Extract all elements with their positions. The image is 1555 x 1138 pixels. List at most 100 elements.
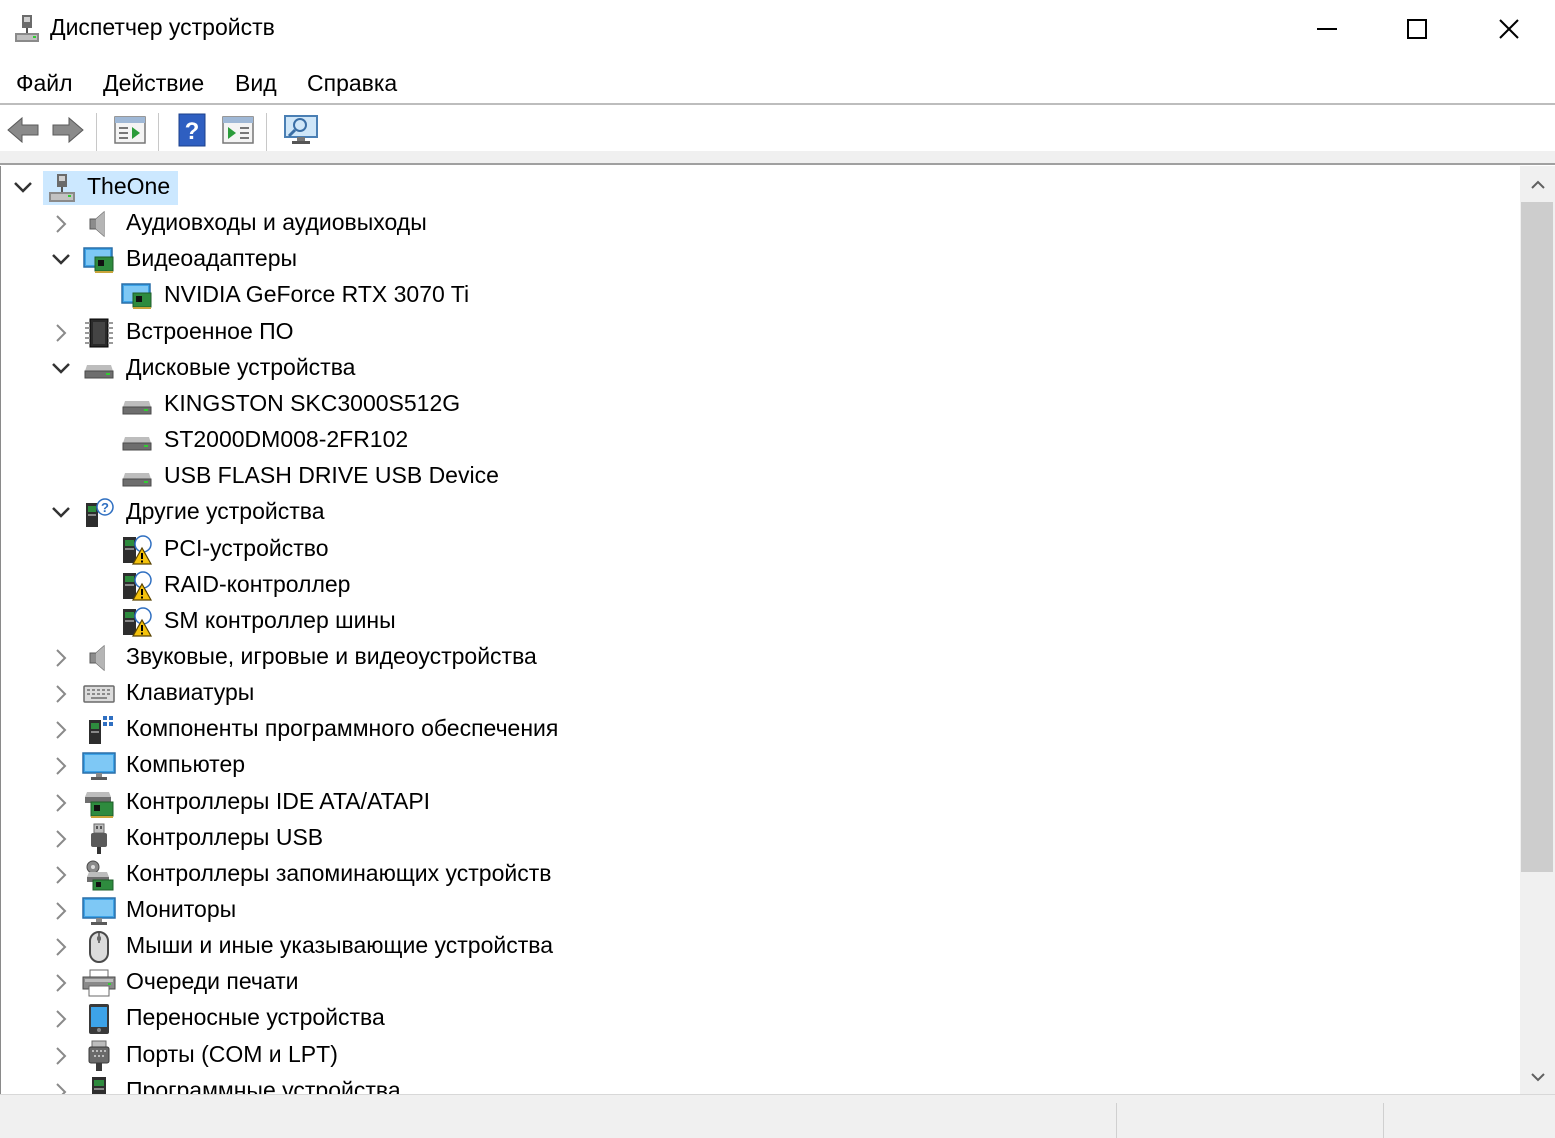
- tree-category[interactable]: Мыши и иные указывающие устройства: [1, 929, 1520, 965]
- back-button[interactable]: [6, 113, 40, 147]
- tree-category[interactable]: ? Другие устройства: [1, 495, 1520, 531]
- tree-category[interactable]: Дисковые устройства: [1, 351, 1520, 387]
- tree-category[interactable]: Контроллеры запоминающих устройств: [1, 857, 1520, 893]
- expand-chevron-icon[interactable]: [49, 971, 73, 995]
- close-button[interactable]: [1463, 0, 1555, 58]
- expand-chevron-icon[interactable]: [49, 212, 73, 236]
- tree-item-label: Порты (COM и LPT): [126, 1040, 338, 1067]
- status-bar: [0, 1094, 1555, 1138]
- tree-category[interactable]: Переносные устройства: [1, 1001, 1520, 1037]
- expand-chevron-icon[interactable]: [49, 718, 73, 742]
- menu-view[interactable]: Вид: [235, 70, 277, 97]
- tree-category[interactable]: Мониторы: [1, 893, 1520, 929]
- tree-category[interactable]: Видеоадаптеры: [1, 242, 1520, 278]
- help-button[interactable]: ?: [175, 113, 209, 147]
- tree-device[interactable]: USB FLASH DRIVE USB Device: [1, 459, 1520, 495]
- status-divider: [1383, 1103, 1384, 1138]
- expand-chevron-icon: [56, 938, 67, 956]
- scan-hardware-icon: [284, 115, 318, 144]
- tree-item-label: ST2000DM008-2FR102: [164, 426, 409, 453]
- tree-category[interactable]: Порты (COM и LPT): [1, 1038, 1520, 1074]
- update-driver-button[interactable]: [221, 113, 255, 147]
- svg-text:?: ?: [185, 118, 200, 145]
- expand-chevron-icon[interactable]: [49, 1007, 73, 1031]
- window-title: Диспетчер устройств: [50, 14, 275, 40]
- expand-chevron-icon[interactable]: [49, 935, 73, 959]
- toolbar-divider: [96, 113, 97, 151]
- scroll-thumb[interactable]: [1521, 202, 1553, 872]
- tree-root-node[interactable]: TheOne: [1, 170, 1520, 206]
- collapse-chevron-icon: [52, 254, 70, 266]
- tree-item-label: Очереди печати: [126, 968, 299, 995]
- expand-chevron-icon[interactable]: [49, 646, 73, 670]
- forward-button[interactable]: [51, 113, 85, 147]
- expand-chevron-icon[interactable]: [49, 863, 73, 887]
- menu-action[interactable]: Действие: [103, 70, 204, 97]
- expand-chevron-icon[interactable]: [49, 682, 73, 706]
- menu-help[interactable]: Справка: [307, 70, 397, 97]
- expand-chevron-icon[interactable]: [49, 791, 73, 815]
- tree-device[interactable]: RAID-контроллер: [1, 568, 1520, 604]
- tree-category[interactable]: Очереди печати: [1, 965, 1520, 1001]
- warning-device-icon: [120, 570, 154, 602]
- tree-item-label: Переносные устройства: [126, 1004, 385, 1031]
- tree-item-label: KINGSTON SKC3000S512G: [164, 389, 461, 416]
- vertical-scrollbar[interactable]: [1520, 166, 1555, 1094]
- forward-arrow-icon: [52, 116, 84, 144]
- tree-device[interactable]: NVIDIA GeForce RTX 3070 Ti: [1, 278, 1520, 314]
- tree-device[interactable]: ST2000DM008-2FR102: [1, 423, 1520, 459]
- expand-chevron-icon[interactable]: [49, 899, 73, 923]
- tree-category[interactable]: Звуковые, игровые и видеоустройства: [1, 640, 1520, 676]
- collapse-chevron-icon[interactable]: [11, 176, 35, 200]
- title-bar: Диспетчер устройств: [0, 0, 1555, 60]
- printer-icon: [82, 967, 116, 999]
- software-device-icon: [82, 1076, 116, 1094]
- expand-chevron-icon[interactable]: [49, 827, 73, 851]
- scroll-down-button[interactable]: [1520, 1060, 1555, 1094]
- status-divider: [1116, 1103, 1117, 1138]
- expand-chevron-icon: [56, 649, 67, 667]
- collapse-chevron-icon[interactable]: [49, 248, 73, 272]
- tree-category[interactable]: Встроенное ПО: [1, 315, 1520, 351]
- tree-category[interactable]: Клавиатуры: [1, 676, 1520, 712]
- speaker-icon: [82, 642, 116, 674]
- expand-chevron-icon[interactable]: [49, 1080, 73, 1094]
- tree-item-label: Контроллеры IDE ATA/ATAPI: [126, 787, 431, 814]
- expand-chevron-icon[interactable]: [49, 321, 73, 345]
- close-icon: [1499, 19, 1519, 39]
- tree-category[interactable]: Аудиовходы и аудиовыходы: [1, 206, 1520, 242]
- tree-category[interactable]: Контроллеры USB: [1, 821, 1520, 857]
- tree-item-label: Контроллеры USB: [126, 823, 324, 850]
- expand-chevron-icon[interactable]: [49, 754, 73, 778]
- collapse-chevron-icon[interactable]: [49, 501, 73, 525]
- expand-chevron-icon: [56, 866, 67, 884]
- firmware-chip-icon: [82, 317, 116, 349]
- tree-category[interactable]: Контроллеры IDE ATA/ATAPI: [1, 785, 1520, 821]
- minimize-icon: [1317, 28, 1337, 30]
- mouse-icon: [82, 931, 116, 964]
- properties-icon: [114, 116, 146, 144]
- expand-chevron-icon[interactable]: [49, 1044, 73, 1068]
- tree-item-label: Контроллеры запоминающих устройств: [126, 859, 552, 886]
- collapse-chevron-icon[interactable]: [49, 357, 73, 381]
- display-adapter-icon: [120, 280, 154, 312]
- scroll-up-button[interactable]: [1520, 168, 1555, 202]
- properties-button[interactable]: [113, 113, 147, 147]
- disk-drive-icon: [120, 461, 154, 493]
- expand-chevron-icon: [56, 974, 67, 993]
- tree-device[interactable]: SM контроллер шины: [1, 604, 1520, 640]
- storage-controller-icon: [82, 859, 116, 891]
- chevron-down-icon: [1530, 1073, 1545, 1082]
- tree-category[interactable]: Компоненты программного обеспечения: [1, 712, 1520, 748]
- minimize-button[interactable]: [1281, 0, 1373, 58]
- tree-category[interactable]: Программные устройства: [1, 1074, 1520, 1094]
- menu-file[interactable]: Файл: [16, 70, 73, 97]
- tree-device[interactable]: PCI-устройство: [1, 532, 1520, 568]
- tree-device[interactable]: KINGSTON SKC3000S512G: [1, 387, 1520, 423]
- expand-chevron-icon: [56, 902, 67, 920]
- port-icon: [82, 1040, 116, 1072]
- scan-hardware-button[interactable]: [284, 113, 318, 147]
- maximize-button[interactable]: [1371, 0, 1463, 58]
- tree-category[interactable]: Компьютер: [1, 748, 1520, 784]
- device-tree[interactable]: TheOne Аудиовходы и аудиовыходы Видеоадап…: [0, 166, 1520, 1094]
